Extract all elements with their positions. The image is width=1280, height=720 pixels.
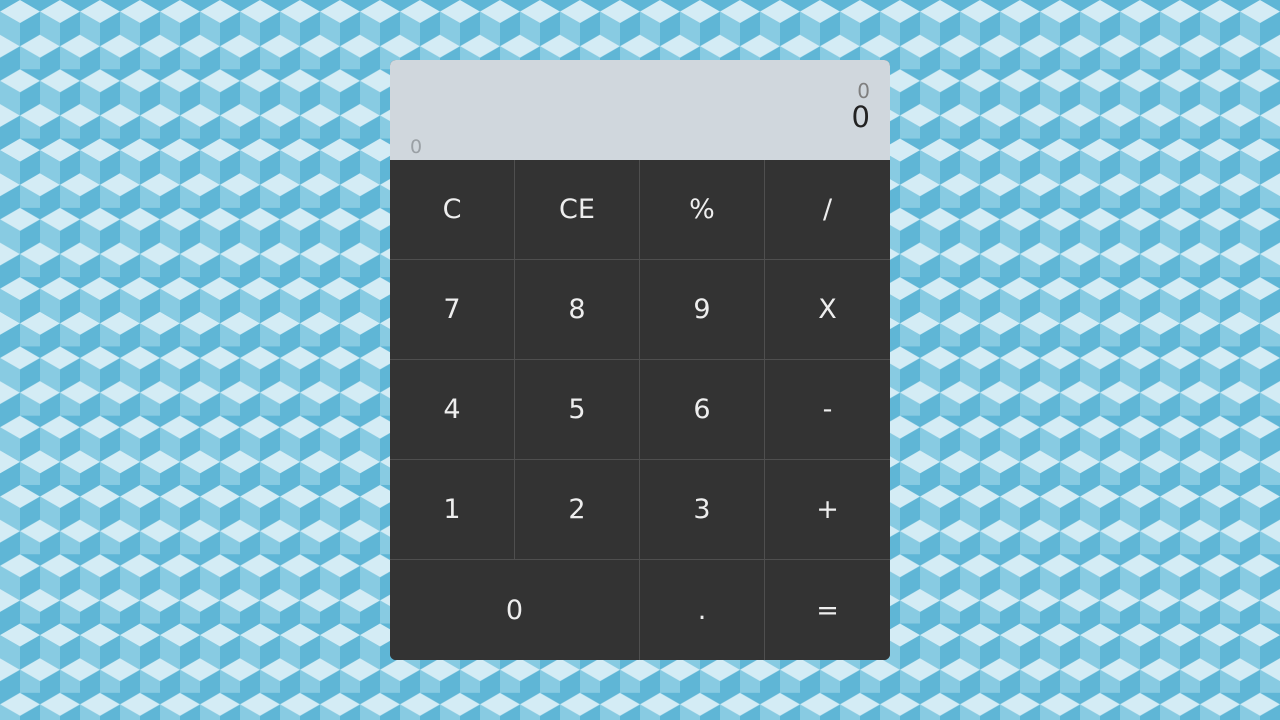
memory-readout: 0 xyxy=(410,136,423,158)
digit-5-button[interactable]: 5 xyxy=(515,360,640,460)
divide-button[interactable]: / xyxy=(765,160,890,260)
digit-9-button[interactable]: 9 xyxy=(640,260,765,360)
digit-1-button[interactable]: 1 xyxy=(390,460,515,560)
multiply-button[interactable]: X xyxy=(765,260,890,360)
calculator-display: 0 0 0 xyxy=(390,60,890,160)
digit-0-button[interactable]: 0 xyxy=(390,560,640,660)
digit-7-button[interactable]: 7 xyxy=(390,260,515,360)
subtract-button[interactable]: - xyxy=(765,360,890,460)
decimal-point-button[interactable]: . xyxy=(640,560,765,660)
add-button[interactable]: + xyxy=(765,460,890,560)
digit-8-button[interactable]: 8 xyxy=(515,260,640,360)
calculator: 0 0 0 C CE % / 7 8 9 X 4 5 6 - 1 2 3 + 0… xyxy=(390,60,890,660)
clear-entry-button[interactable]: CE xyxy=(515,160,640,260)
digit-3-button[interactable]: 3 xyxy=(640,460,765,560)
current-value-readout: 0 xyxy=(851,100,870,134)
equals-button[interactable]: = xyxy=(765,560,890,660)
digit-2-button[interactable]: 2 xyxy=(515,460,640,560)
clear-button[interactable]: C xyxy=(390,160,515,260)
digit-6-button[interactable]: 6 xyxy=(640,360,765,460)
percent-button[interactable]: % xyxy=(640,160,765,260)
digit-4-button[interactable]: 4 xyxy=(390,360,515,460)
keypad: C CE % / 7 8 9 X 4 5 6 - 1 2 3 + 0 . = xyxy=(390,160,890,660)
